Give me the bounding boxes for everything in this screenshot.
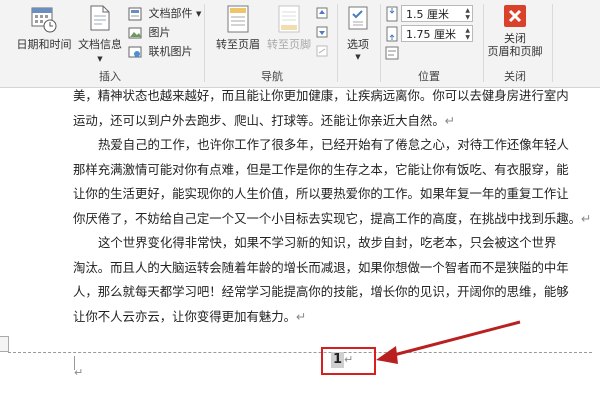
online-picture-button[interactable]: 联机图片 [128, 44, 193, 60]
header-from-top-value: 1.5 厘米 [406, 8, 449, 21]
footer-from-bottom-input[interactable]: 1.75 厘米 ▲ ▼ [401, 25, 473, 42]
options-label: 选项 [347, 38, 369, 51]
goto-footer-icon [278, 5, 300, 33]
group-separator [380, 4, 381, 82]
goto-footer-button[interactable]: 转至页脚 [264, 4, 314, 51]
group-separator [552, 4, 553, 82]
paragraph-mark-icon: ↵ [444, 112, 456, 128]
footer-page-number[interactable]: 1 [331, 352, 345, 368]
spinner-arrows-icon[interactable]: ▲ ▼ [465, 7, 470, 21]
close-label-line1: 关闭 [504, 32, 526, 45]
ribbon: 日期和时间 文档信息 ▼ 文档部件 ▼ 图片 联机图片 插入 转至页眉 转至页脚… [0, 0, 600, 88]
next-section-button[interactable] [315, 24, 332, 40]
insert-group-label: 插入 [99, 70, 121, 83]
document-body: 美，精神状态也越来越好，而且能让你更加健康，让疾病远离你。你可以去健身房进行室内… [73, 84, 593, 329]
text-line: 让你的生活更好，能实现你的人生价值，所以要热爱你的工作。如果年复一年的重复工作让 [73, 186, 569, 201]
close-group-label: 关闭 [504, 70, 526, 83]
header-position-icon [386, 6, 398, 22]
text-line: 运动，还可以到户外去跑步、爬山、打球等。还能让你亲近大自然。↵ [73, 112, 456, 128]
text-line: 这个世界变化得非常快，如果不学习新的知识，故步自封，吃老本，只会被这个世界 [98, 235, 557, 250]
page-number-value: 1 [333, 352, 343, 367]
footer-paragraph-mark-icon: ↵ [74, 366, 84, 379]
next-section-icon [316, 26, 328, 38]
text-line: 你厌倦了，不妨给自己定一个又一个小目标去实现它，提高工作的高度，在挑战中找到乐趣… [73, 210, 592, 226]
goto-header-label: 转至页眉 [216, 38, 260, 51]
text-line: 人，那么就每天都学习吧！经常学习能提高你的技能，增长你的见识，开阔你的思维，能够 [73, 284, 569, 299]
online-picture-icon [128, 46, 142, 58]
insert-alignment-tab-icon[interactable] [385, 46, 399, 60]
spinner-arrows-icon[interactable]: ▲ ▼ [465, 27, 470, 41]
previous-section-button[interactable] [315, 5, 332, 21]
header-from-top-input[interactable]: 1.5 厘米 ▲ ▼ [401, 5, 473, 22]
online-picture-label: 联机图片 [148, 45, 193, 58]
footer-position-icon [386, 26, 398, 42]
paragraph-mark-icon: ↵ [296, 308, 307, 324]
dropdown-arrow-icon: ▼ [355, 53, 361, 61]
doc-info-label: 文档信息 [78, 38, 122, 51]
options-button[interactable]: 选项 ▼ [341, 4, 375, 64]
group-separator [204, 4, 205, 82]
footer-page-mark-icon: ↵ [344, 353, 354, 366]
previous-section-icon [316, 7, 328, 19]
doc-info-button[interactable]: 文档信息 ▼ [75, 4, 125, 66]
close-label-line2: 页眉和页脚 [487, 45, 543, 58]
goto-footer-label: 转至页脚 [267, 38, 311, 51]
close-icon [504, 5, 526, 27]
doc-parts-button[interactable]: 文档部件 ▼ [128, 6, 201, 22]
footer-from-bottom-value: 1.75 厘米 [406, 28, 456, 41]
date-time-label: 日期和时间 [16, 38, 72, 51]
text-line: 美，精神状态也越来越好，而且能让你更加健康，让疾病远离你。你可以去健身房进行室内 [73, 88, 569, 103]
options-icon [348, 6, 368, 30]
doc-parts-icon [128, 7, 142, 21]
text-line: 那样充满激情可能对你有点难，但是工作是你的生存之本，它能让你有饭吃、有衣服穿，能 [73, 161, 569, 177]
link-to-previous-button[interactable] [315, 43, 332, 59]
annotation-arrow-icon [376, 320, 521, 364]
group-separator [337, 4, 338, 82]
goto-header-icon [227, 5, 249, 33]
dropdown-arrow-icon: ▼ [97, 55, 103, 63]
close-header-footer-button[interactable]: 关闭 页眉和页脚 [484, 4, 546, 58]
text-line: 淘汰。而且人的大脑运转会随着年龄的增长而减退，如果你想做一个智者而不是狭隘的中年 [73, 259, 569, 275]
calendar-clock-icon [31, 7, 57, 33]
date-time-button[interactable]: 日期和时间 [14, 4, 74, 51]
text-line: 热爱自己的工作，也许你工作了很多年，已经开始有了倦怠之心，对待工作还像年轻人 [98, 137, 569, 152]
position-group-label: 位置 [418, 70, 440, 83]
doc-parts-label: 文档部件 [148, 7, 193, 20]
document-info-icon [90, 5, 110, 31]
nav-group-label: 导航 [261, 70, 283, 83]
picture-button[interactable]: 图片 [128, 25, 171, 41]
goto-header-button[interactable]: 转至页眉 [213, 4, 263, 51]
paragraph-mark-icon: ↵ [581, 210, 592, 226]
link-icon [316, 45, 328, 57]
picture-label: 图片 [148, 26, 171, 39]
dropdown-arrow-icon: ▼ [196, 10, 202, 18]
picture-icon [128, 27, 142, 39]
left-margin-marker [0, 336, 9, 352]
